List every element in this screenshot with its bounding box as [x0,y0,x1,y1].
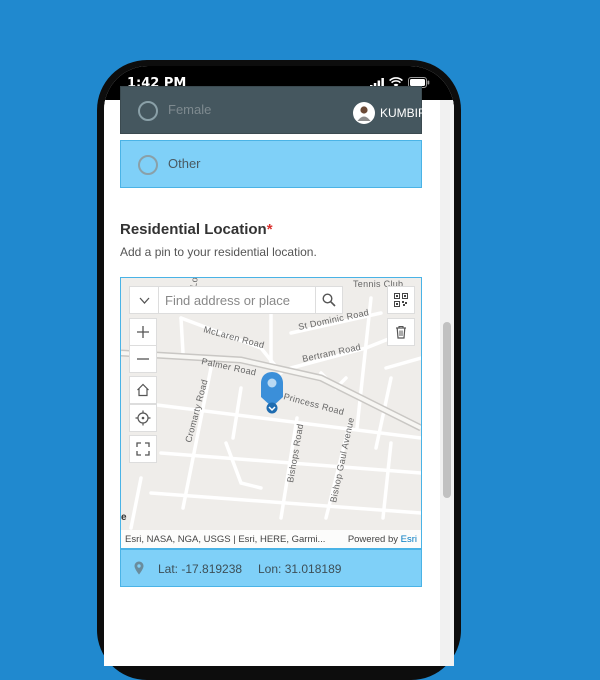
zoom-out-button[interactable] [129,345,157,373]
coordinates-bar: Lat: -17.819238 Lon: 31.018189 [120,549,422,587]
home-icon [137,383,149,397]
locate-icon [135,410,151,426]
search-icon [322,293,336,307]
map-pin-icon [134,561,144,575]
avatar [353,102,375,124]
plus-icon [137,326,149,338]
powered-by-text: Powered by [347,533,398,545]
delete-pin-button[interactable] [387,318,415,346]
map-view[interactable]: Tennis Club St Dominic Road McLaren Road… [120,277,422,549]
qr-code-button[interactable] [387,286,415,314]
powered-by: Powered by Esri [348,534,417,545]
latitude-value: Lat: -17.819238 [158,562,243,576]
location-pin[interactable] [260,371,284,415]
map-search-box: Find address or place [129,286,343,314]
option-label-other: Other [168,156,201,171]
user-badge[interactable]: KUMBIRAI [353,100,438,126]
scrollbar[interactable] [440,100,454,666]
map-edge-letter: e [121,512,127,523]
required-mark: * [266,221,273,238]
map-attribution: Esri, NASA, NGA, USGS | Esri, HERE, Garm… [121,530,421,548]
phone-screen: 1:42 PM Female KUMBIRAI Other Residentia… [104,66,454,666]
attribution-text: Esri, NASA, NGA, USGS | Esri, HERE, Garm… [125,533,326,545]
esri-link[interactable]: Esri [401,534,417,545]
minus-icon [137,358,149,360]
section-title: Residential Location* [120,221,273,238]
longitude-value: Lon: 31.018189 [258,562,342,576]
scrollbar-thumb[interactable] [443,322,451,498]
qr-code-icon [394,293,408,307]
location-pin-icon [261,372,283,414]
fullscreen-button[interactable] [129,435,157,463]
home-button[interactable] [129,376,157,404]
trash-icon [396,325,406,339]
map-search-button[interactable] [315,287,342,313]
option-label-female: Female [168,102,212,117]
map-search-input[interactable]: Find address or place [159,293,315,308]
section-title-text: Residential Location [120,221,267,238]
form-content: Female KUMBIRAI Other Residential Locati… [104,86,454,666]
search-source-dropdown[interactable] [130,287,159,313]
gender-option-other[interactable]: Other [120,140,422,188]
locate-button[interactable] [129,404,157,432]
fullscreen-icon [136,442,150,456]
section-description: Add a pin to your residential location. [120,245,317,259]
chevron-down-icon [139,297,149,304]
zoom-in-button[interactable] [129,318,157,346]
user-name: KUMBIRAI [380,106,439,120]
radio-female[interactable] [138,101,158,121]
radio-other[interactable] [138,155,158,175]
user-avatar-icon [357,106,371,121]
